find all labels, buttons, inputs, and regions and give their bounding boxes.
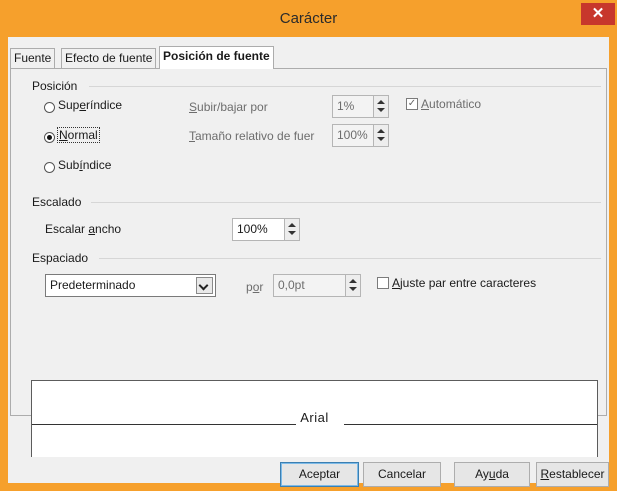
- close-icon[interactable]: ✕: [581, 3, 615, 25]
- tab-panel: Posición Superíndice Normal Subíndice Su…: [10, 68, 607, 416]
- superscript-label[interactable]: Superíndice: [58, 98, 122, 112]
- relative-size-label: Tamaño relativo de fuer: [189, 129, 315, 143]
- spacing-mode-select[interactable]: Predeterminado: [45, 274, 216, 297]
- subscript-label[interactable]: Subíndice: [58, 158, 111, 172]
- raise-lower-label: Subir/bajar por: [189, 100, 268, 114]
- spacing-by-value: 0,0pt: [278, 278, 305, 292]
- scale-width-label: Escalar ancho: [45, 222, 122, 236]
- relative-size-spinbox[interactable]: 100%: [332, 124, 389, 147]
- spacing-mode-value: Predeterminado: [50, 278, 136, 292]
- cancel-button[interactable]: Cancelar: [363, 462, 441, 487]
- scale-width-spinbox[interactable]: 100%: [232, 218, 300, 241]
- spin-down-icon[interactable]: [377, 137, 385, 141]
- spin-up-icon[interactable]: [377, 100, 385, 104]
- font-preview: Arial: [31, 380, 598, 457]
- section-separator: [89, 86, 601, 87]
- normal-label[interactable]: Normal: [57, 127, 100, 143]
- spin-up-icon[interactable]: [288, 223, 296, 227]
- superscript-radio[interactable]: [44, 102, 55, 113]
- section-scaling-heading: Escalado: [32, 195, 82, 209]
- pair-kerning-checkbox[interactable]: [377, 277, 389, 289]
- section-separator: [99, 258, 601, 259]
- section-spacing-heading: Espaciado: [32, 251, 89, 265]
- spin-buttons[interactable]: [373, 125, 388, 146]
- reset-button[interactable]: Restablecer: [536, 462, 609, 487]
- spin-buttons[interactable]: [345, 275, 360, 296]
- raise-lower-spinbox[interactable]: 1%: [332, 95, 389, 118]
- tab-font[interactable]: Fuente: [10, 48, 56, 68]
- relative-size-value: 100%: [337, 128, 368, 142]
- dialog-client: Fuente Efecto de fuente Posición de fuen…: [8, 37, 609, 487]
- pair-kerning-label[interactable]: Ajuste par entre caracteres: [392, 276, 536, 290]
- spacing-by-spinbox[interactable]: 0,0pt: [273, 274, 361, 297]
- automatic-label[interactable]: Automático: [421, 97, 481, 111]
- normal-radio[interactable]: [44, 132, 55, 143]
- automatic-checkbox[interactable]: ✓: [406, 98, 418, 110]
- window-title: Carácter: [279, 10, 338, 27]
- subscript-radio[interactable]: [44, 162, 55, 173]
- tab-font-effects[interactable]: Efecto de fuente: [61, 48, 157, 68]
- character-dialog: Carácter ✕ Fuente Efecto de fuente Posic…: [0, 0, 617, 491]
- section-position-heading: Posición: [32, 79, 78, 93]
- spin-buttons[interactable]: [373, 96, 388, 117]
- spin-down-icon[interactable]: [377, 108, 385, 112]
- raise-lower-value: 1%: [337, 99, 355, 113]
- spin-up-icon[interactable]: [349, 279, 357, 283]
- ok-button[interactable]: Aceptar: [280, 462, 359, 487]
- tab-font-position[interactable]: Posición de fuente: [159, 46, 274, 69]
- spin-up-icon[interactable]: [377, 129, 385, 133]
- help-button[interactable]: Ayuda: [454, 462, 530, 487]
- spacing-by-label: por: [246, 280, 264, 294]
- spin-down-icon[interactable]: [349, 287, 357, 291]
- spin-buttons[interactable]: [284, 219, 299, 240]
- scale-width-value: 100%: [237, 222, 268, 236]
- spin-down-icon[interactable]: [288, 231, 296, 235]
- title-bar[interactable]: Carácter ✕: [0, 0, 617, 37]
- section-separator: [91, 202, 601, 203]
- preview-text: Arial: [300, 410, 329, 425]
- chevron-down-icon[interactable]: [196, 277, 213, 294]
